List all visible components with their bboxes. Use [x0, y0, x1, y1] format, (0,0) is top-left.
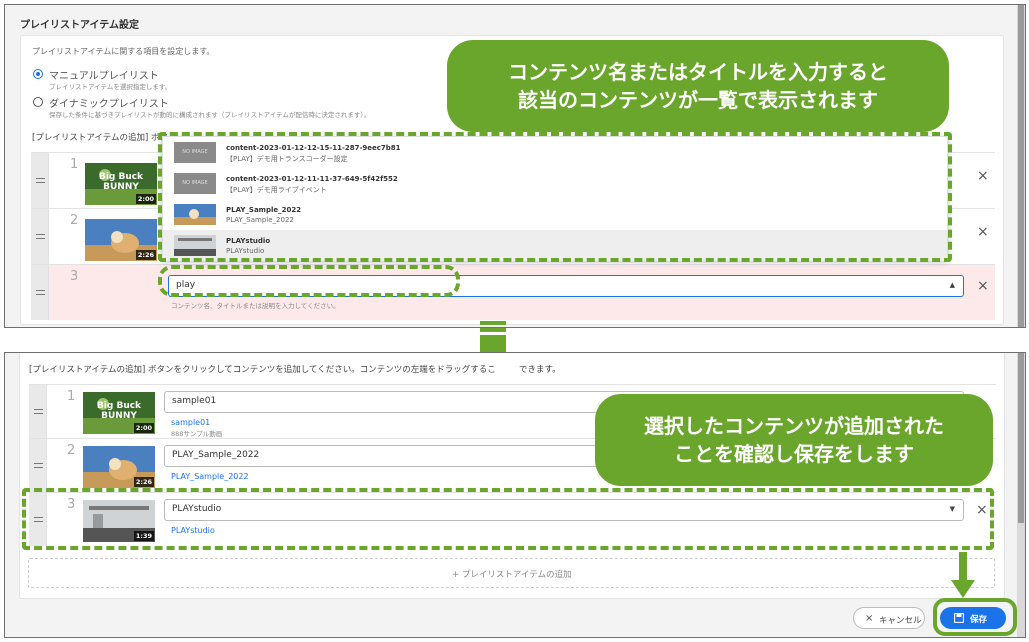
plus-icon: + — [452, 570, 460, 580]
scrollbar[interactable] — [1017, 353, 1025, 637]
thumb-title-text: Big Buck — [99, 172, 144, 182]
dynamic-playlist-radio[interactable] — [33, 97, 43, 107]
drag-handle[interactable] — [31, 265, 49, 320]
drag-handle[interactable] — [31, 153, 49, 208]
select-value: PLAY_Sample_2022 — [172, 450, 260, 460]
add-item-hint: [プレイリストアイテムの追加] ボタン — [32, 133, 177, 143]
dynamic-playlist-sub: 保存した条件に基づきプレイリストが動的に構成されます（プレイリストアイテムが配信… — [49, 111, 371, 119]
thumb-title-text: BUNNY — [103, 182, 139, 192]
callout-top: コンテンツ名またはタイトルを入力すると 該当のコンテンツが一覧で表示されます — [447, 40, 949, 132]
section-description: プレイリストアイテムに関する項目を設定します。 — [32, 47, 215, 56]
row-number: 2 — [67, 443, 76, 458]
video-thumbnail: 2:26 — [85, 219, 157, 261]
section-title: プレイリストアイテム設定 — [20, 20, 139, 31]
remove-row-icon[interactable]: × — [977, 169, 989, 183]
drag-handle-icon — [34, 409, 43, 414]
remove-row-icon[interactable]: × — [977, 279, 989, 293]
manual-playlist-sub: プレイリストアイテムを選択指定します。 — [49, 83, 172, 91]
tutorial-screenshot: プレイリストアイテム設定 プレイリストアイテムに関する項目を設定します。 マニュ… — [0, 0, 1029, 642]
callout-bottom: 選択したコンテンツが追加された ことを確認し保存をします — [595, 394, 993, 486]
row-number: 1 — [67, 389, 76, 404]
row3-highlight-frame — [22, 488, 994, 550]
duration-badge: 2:00 — [135, 194, 156, 204]
callout-top-line2: 該当のコンテンツが一覧で表示されます — [518, 88, 878, 112]
caret-up-icon[interactable]: ▲ — [950, 281, 955, 289]
dropdown-highlight-frame — [158, 132, 952, 262]
row-number: 3 — [70, 269, 79, 284]
dynamic-playlist-label: ダイナミックプレイリスト — [49, 99, 169, 110]
row-number: 2 — [70, 213, 79, 228]
add-item-hint: [プレイリストアイテムの追加] ボタンをクリックしてコンテンツを追加してください… — [29, 365, 496, 375]
video-thumbnail: Big Buck BUNNY 2:00 — [83, 392, 155, 434]
callout-top-line1: コンテンツ名またはタイトルを入力すると — [508, 60, 888, 84]
drag-handle[interactable] — [29, 439, 47, 492]
drag-handle[interactable] — [31, 209, 49, 264]
duration-badge: 2:26 — [133, 477, 154, 487]
duration-badge: 2:00 — [133, 423, 154, 433]
video-thumbnail: Big Buck BUNNY 2:00 — [85, 163, 157, 205]
cancel-label: キャンセル — [879, 616, 922, 626]
add-playlist-item-button[interactable]: + プレイリストアイテムの追加 — [28, 558, 995, 588]
scrollbar-thumb[interactable] — [1018, 5, 1024, 327]
content-link[interactable]: sample01 — [171, 418, 210, 427]
add-item-label: + プレイリストアイテムの追加 — [452, 568, 571, 580]
scrollbar-thumb[interactable] — [1018, 353, 1024, 524]
select-value: sample01 — [172, 396, 217, 406]
search-hint: コンテンツ名、タイトルまたは説明を入力してください。 — [171, 302, 340, 310]
video-thumbnail: 2:26 — [83, 446, 155, 488]
cancel-button[interactable]: × キャンセル — [853, 607, 925, 629]
drag-handle[interactable] — [29, 385, 47, 438]
thumb-title-text: Big Buck — [97, 401, 142, 411]
row-number: 1 — [70, 157, 79, 172]
drag-handle-icon — [36, 178, 45, 183]
thumb-title-text: BUNNY — [101, 411, 137, 421]
save-highlight-frame — [933, 598, 1017, 636]
close-icon: × — [865, 613, 874, 624]
manual-playlist-label: マニュアルプレイリスト — [49, 71, 159, 82]
drag-handle-icon — [34, 463, 43, 468]
drag-handle-icon — [36, 290, 45, 295]
add-item-hint-tail: できます。 — [519, 365, 561, 375]
manual-playlist-radio[interactable] — [33, 69, 43, 79]
content-link[interactable]: PLAY_Sample_2022 — [171, 472, 249, 481]
remove-row-icon[interactable]: × — [977, 225, 989, 239]
down-arrow-icon — [951, 552, 975, 598]
duration-badge: 2:26 — [135, 250, 156, 260]
scrollbar[interactable] — [1017, 5, 1025, 327]
content-description: 888サンプル動画 — [171, 430, 223, 438]
add-item-text: プレイリストアイテムの追加 — [461, 570, 572, 580]
callout-bottom-line1: 選択したコンテンツが追加された — [644, 414, 944, 438]
callout-bottom-line2: ことを確認し保存をします — [674, 442, 914, 466]
drag-handle-icon — [36, 234, 45, 239]
search-highlight-frame — [158, 265, 460, 297]
